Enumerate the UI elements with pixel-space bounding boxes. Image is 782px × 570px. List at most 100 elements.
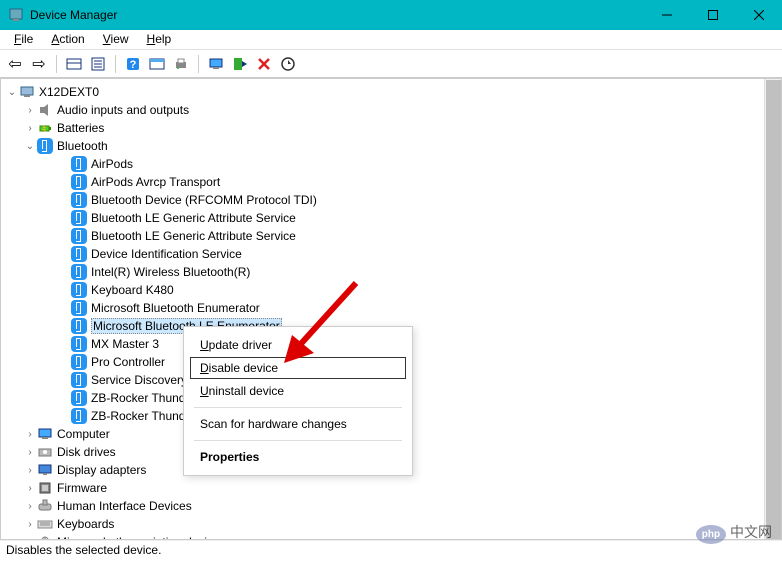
- tree-category[interactable]: › Mice and other pointing devices: [1, 533, 781, 540]
- close-button[interactable]: [736, 0, 782, 30]
- maximize-button[interactable]: [690, 0, 736, 30]
- tree-category[interactable]: ›Batteries: [1, 119, 781, 137]
- tree-device-label: Device Identification Service: [91, 247, 242, 261]
- tree-device[interactable]: AirPods Avrcp Transport: [1, 173, 781, 191]
- chevron-icon[interactable]: ›: [23, 537, 37, 541]
- tree-category-label: Disk drives: [57, 445, 116, 459]
- chevron-icon[interactable]: ›: [23, 447, 37, 458]
- statusbar: Disables the selected device.: [0, 540, 782, 562]
- tree-device-label: Intel(R) Wireless Bluetooth(R): [91, 265, 250, 279]
- toolbar-disable[interactable]: [253, 53, 275, 75]
- annotation-arrow: [276, 275, 366, 370]
- tree-device[interactable]: Intel(R) Wireless Bluetooth(R): [1, 263, 781, 281]
- disk-icon: [37, 444, 53, 460]
- chevron-icon[interactable]: ›: [23, 105, 37, 116]
- tree-device[interactable]: AirPods: [1, 155, 781, 173]
- toolbar-update[interactable]: [277, 53, 299, 75]
- tree-device[interactable]: Bluetooth LE Generic Attribute Service: [1, 227, 781, 245]
- tree-category[interactable]: › Audio inputs and outputs: [1, 101, 781, 119]
- tree-device-label: Service Discovery: [91, 373, 187, 387]
- menu-view[interactable]: View: [95, 30, 137, 49]
- tree-device[interactable]: Bluetooth Device (RFCOMM Protocol TDI): [1, 191, 781, 209]
- tree-device[interactable]: Device Identification Service: [1, 245, 781, 263]
- svg-text:?: ?: [130, 59, 137, 71]
- toolbar-print[interactable]: [170, 53, 192, 75]
- tree-device-label: MX Master 3: [91, 337, 159, 351]
- tree-device-label: ZB-Rocker Thund: [91, 391, 185, 405]
- bluetooth-icon: [71, 156, 87, 172]
- tree-device[interactable]: Keyboard K480: [1, 281, 781, 299]
- tree-device-label: ZB-Rocker Thund: [91, 409, 185, 423]
- keyboard-icon: [37, 516, 53, 532]
- bluetooth-icon: [71, 390, 87, 406]
- tree-device-label: Bluetooth LE Generic Attribute Service: [91, 211, 296, 225]
- tree-root-label: X12DEXT0: [39, 85, 99, 99]
- chevron-icon[interactable]: ›: [23, 123, 37, 134]
- bluetooth-icon: [71, 192, 87, 208]
- chevron-icon[interactable]: ›: [23, 501, 37, 512]
- bluetooth-icon: [71, 354, 87, 370]
- speaker-icon: [37, 102, 53, 118]
- toolbar-properties[interactable]: [87, 53, 109, 75]
- tree-category-label: Audio inputs and outputs: [57, 103, 189, 117]
- tree-device-label: Pro Controller: [91, 355, 165, 369]
- bluetooth-icon: [71, 300, 87, 316]
- bluetooth-icon: [71, 408, 87, 424]
- menu-action[interactable]: Action: [43, 30, 92, 49]
- toolbar-sep: [56, 55, 57, 73]
- battery-icon: [37, 120, 53, 136]
- minimize-button[interactable]: [644, 0, 690, 30]
- bluetooth-icon: [37, 138, 53, 154]
- menu-help[interactable]: Help: [139, 30, 180, 49]
- toolbar-scan[interactable]: [205, 53, 227, 75]
- context-menu-item[interactable]: Uninstall device: [184, 379, 412, 403]
- tree-category-label: Mice and other pointing devices: [57, 535, 226, 540]
- tree-device-label: Bluetooth LE Generic Attribute Service: [91, 229, 296, 243]
- chevron-down-icon[interactable]: ⌄: [5, 87, 19, 98]
- toolbar-forward[interactable]: ⇨: [28, 53, 50, 75]
- chevron-icon[interactable]: ›: [23, 483, 37, 494]
- toolbar-back[interactable]: ⇦: [4, 53, 26, 75]
- tree-device[interactable]: Microsoft Bluetooth Enumerator: [1, 299, 781, 317]
- tree-category[interactable]: › Firmware: [1, 479, 781, 497]
- tree-category-label: Keyboards: [57, 517, 114, 531]
- chevron-icon[interactable]: ›: [23, 429, 37, 440]
- chevron-icon[interactable]: ⌄: [23, 141, 37, 152]
- bluetooth-icon: [71, 264, 87, 280]
- firmware-icon: [37, 480, 53, 496]
- chevron-icon[interactable]: ›: [23, 465, 37, 476]
- tree-category-label: Firmware: [57, 481, 107, 495]
- bluetooth-icon: [71, 282, 87, 298]
- tree-device-label: AirPods: [91, 157, 133, 171]
- tree-category-label: Display adapters: [57, 463, 146, 477]
- tree-category[interactable]: › Keyboards: [1, 515, 781, 533]
- tree-root[interactable]: ⌄ X12DEXT0: [1, 83, 781, 101]
- tree-category[interactable]: › Human Interface Devices: [1, 497, 781, 515]
- bluetooth-icon: [71, 372, 87, 388]
- toolbar-refresh[interactable]: [146, 53, 168, 75]
- tree-category-label: Bluetooth: [57, 139, 108, 153]
- app-icon: [8, 7, 24, 23]
- bluetooth-icon: [71, 210, 87, 226]
- bluetooth-icon: [71, 246, 87, 262]
- chevron-icon[interactable]: ›: [23, 519, 37, 530]
- bluetooth-icon: [71, 336, 87, 352]
- toolbar-show-hidden[interactable]: [63, 53, 85, 75]
- toolbar-add-legacy[interactable]: [229, 53, 251, 75]
- watermark: php 中文网: [696, 522, 772, 542]
- window-title: Device Manager: [30, 8, 644, 22]
- menu-file[interactable]: File: [6, 30, 41, 49]
- menubar: File Action View Help: [0, 30, 782, 50]
- toolbar-sep: [115, 55, 116, 73]
- context-menu-item[interactable]: Properties: [184, 445, 412, 469]
- display-icon: [37, 462, 53, 478]
- context-menu-item[interactable]: Scan for hardware changes: [184, 412, 412, 436]
- tree-category-label: Human Interface Devices: [57, 499, 192, 513]
- toolbar-help[interactable]: ?: [122, 53, 144, 75]
- tree-category[interactable]: ⌄ Bluetooth: [1, 137, 781, 155]
- tree-device[interactable]: Bluetooth LE Generic Attribute Service: [1, 209, 781, 227]
- hid-icon: [37, 498, 53, 514]
- tree-category-label: Computer: [57, 427, 110, 441]
- scrollbar-vertical[interactable]: [764, 79, 781, 539]
- tree-device-label: AirPods Avrcp Transport: [91, 175, 220, 189]
